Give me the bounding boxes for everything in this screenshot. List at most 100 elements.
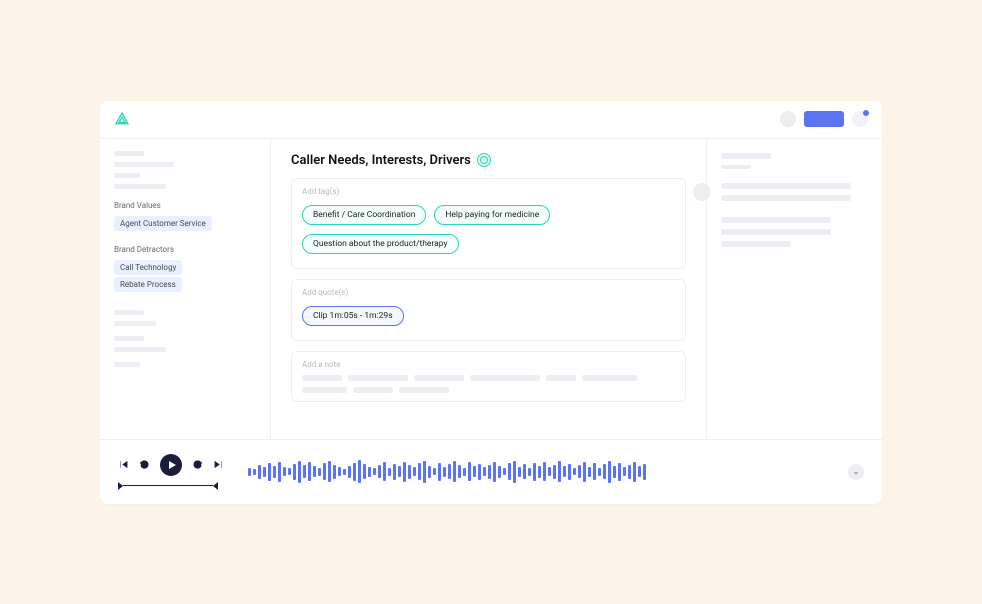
notification-bell-icon[interactable] bbox=[852, 111, 868, 127]
quotes-label: Add quote(s) bbox=[302, 288, 675, 297]
waveform-bar bbox=[418, 463, 421, 480]
waveform-bar bbox=[538, 466, 541, 478]
waveform-bar bbox=[293, 464, 296, 480]
target-icon bbox=[477, 153, 491, 167]
note-label: Add a note bbox=[302, 360, 675, 369]
main-title-row: Caller Needs, Interests, Drivers bbox=[291, 153, 686, 168]
note-card[interactable]: Add a note bbox=[291, 351, 686, 402]
waveform-bar bbox=[388, 468, 391, 476]
waveform-bar bbox=[463, 468, 466, 476]
sidebar-chip[interactable]: Rebate Process bbox=[114, 277, 182, 292]
waveform-bar bbox=[638, 466, 641, 477]
waveform-bar bbox=[498, 466, 501, 478]
playback-slider[interactable] bbox=[118, 482, 218, 490]
right-sidebar bbox=[707, 139, 882, 439]
waveform-bar bbox=[563, 466, 566, 477]
waveform-bar bbox=[343, 469, 346, 475]
note-placeholder bbox=[302, 375, 675, 393]
tag-chip[interactable]: Question about the product/therapy bbox=[302, 234, 459, 254]
content-columns: Brand Values Agent Customer Service Bran… bbox=[100, 139, 882, 439]
rewind-icon[interactable] bbox=[139, 459, 150, 470]
waveform-bar bbox=[378, 465, 381, 478]
sidebar-placeholder-group bbox=[114, 151, 256, 189]
waveform-bar bbox=[588, 467, 591, 477]
waveform-bar bbox=[578, 465, 581, 478]
confirm-tags-button[interactable] bbox=[693, 183, 711, 201]
sidebar-placeholder-group bbox=[114, 310, 256, 326]
waveform-bar bbox=[543, 462, 546, 481]
waveform-bar bbox=[533, 463, 536, 481]
waveform-bar bbox=[633, 462, 636, 482]
forward-icon[interactable] bbox=[192, 459, 203, 470]
waveform-bar bbox=[618, 463, 621, 481]
waveform-bar bbox=[583, 462, 586, 482]
waveform-bar bbox=[423, 461, 426, 483]
waveform-bar bbox=[593, 463, 596, 480]
waveform-bar bbox=[353, 463, 356, 481]
waveform-bar bbox=[473, 466, 476, 477]
topbar-actions bbox=[780, 111, 868, 127]
waveform-bar bbox=[308, 462, 311, 481]
waveform-bar bbox=[613, 466, 616, 478]
waveform-bar bbox=[553, 465, 556, 479]
waveform[interactable] bbox=[248, 458, 824, 486]
waveform-bar bbox=[398, 466, 401, 477]
sidebar-placeholder-group bbox=[114, 336, 256, 352]
chevron-down-icon: ⌄ bbox=[853, 467, 860, 476]
user-avatar-placeholder[interactable] bbox=[780, 111, 796, 127]
app-frame: Brand Values Agent Customer Service Bran… bbox=[100, 101, 882, 504]
waveform-bar bbox=[408, 465, 411, 479]
waveform-bar bbox=[483, 467, 486, 476]
waveform-bar bbox=[268, 463, 271, 481]
tag-chip[interactable]: Help paying for medicine bbox=[434, 205, 550, 225]
tag-chip[interactable]: Benefit / Care Coordination bbox=[302, 205, 426, 225]
waveform-bar bbox=[493, 462, 496, 482]
skip-back-icon[interactable] bbox=[118, 459, 129, 470]
play-button[interactable] bbox=[160, 454, 182, 476]
waveform-bar bbox=[248, 468, 251, 476]
waveform-bar bbox=[508, 463, 511, 480]
skip-forward-icon[interactable] bbox=[213, 459, 224, 470]
sidebar-chip[interactable]: Call Technology bbox=[114, 260, 182, 275]
waveform-bar bbox=[528, 468, 531, 476]
waveform-bar bbox=[518, 467, 521, 477]
waveform-bar bbox=[373, 468, 376, 475]
quotes-card: Add quote(s) Clip 1m:05s - 1m:29s bbox=[291, 279, 686, 341]
waveform-bar bbox=[273, 466, 276, 478]
waveform-bar bbox=[338, 467, 341, 476]
sidebar-section-title: Brand Detractors bbox=[114, 245, 256, 254]
waveform-bar bbox=[503, 468, 506, 475]
waveform-bar bbox=[443, 467, 446, 477]
waveform-bar bbox=[393, 464, 396, 480]
waveform-bar bbox=[573, 468, 576, 475]
primary-action-button[interactable] bbox=[804, 111, 844, 127]
topbar bbox=[100, 101, 882, 139]
sidebar-chip[interactable]: Agent Customer Service bbox=[114, 216, 212, 231]
waveform-bar bbox=[413, 467, 416, 476]
waveform-bar bbox=[368, 467, 371, 477]
waveform-bar bbox=[333, 465, 336, 479]
waveform-bar bbox=[348, 466, 351, 478]
waveform-bar bbox=[548, 467, 551, 476]
sidebar-section-brand-values: Brand Values Agent Customer Service bbox=[114, 201, 256, 231]
waveform-bar bbox=[478, 464, 481, 480]
sidebar-section-brand-detractors: Brand Detractors Call Technology Rebate … bbox=[114, 245, 256, 292]
waveform-bar bbox=[403, 462, 406, 482]
waveform-bar bbox=[453, 461, 456, 482]
waveform-bar bbox=[598, 468, 601, 476]
waveform-bar bbox=[643, 464, 646, 480]
quote-chip[interactable]: Clip 1m:05s - 1m:29s bbox=[302, 306, 404, 326]
waveform-bar bbox=[468, 462, 471, 481]
waveform-bar bbox=[258, 465, 261, 479]
player-controls bbox=[118, 454, 224, 490]
waveform-bar bbox=[383, 462, 386, 481]
main-panel: Caller Needs, Interests, Drivers Add tag… bbox=[270, 139, 707, 439]
waveform-bar bbox=[283, 467, 286, 476]
sidebar-section-title: Brand Values bbox=[114, 201, 256, 210]
tags-label: Add tag(s) bbox=[302, 187, 675, 196]
waveform-bar bbox=[328, 461, 331, 482]
waveform-bar bbox=[458, 465, 461, 478]
sidebar-placeholder-group bbox=[114, 362, 256, 367]
waveform-bar bbox=[448, 464, 451, 479]
waveform-expand-button[interactable]: ⌄ bbox=[848, 464, 864, 480]
